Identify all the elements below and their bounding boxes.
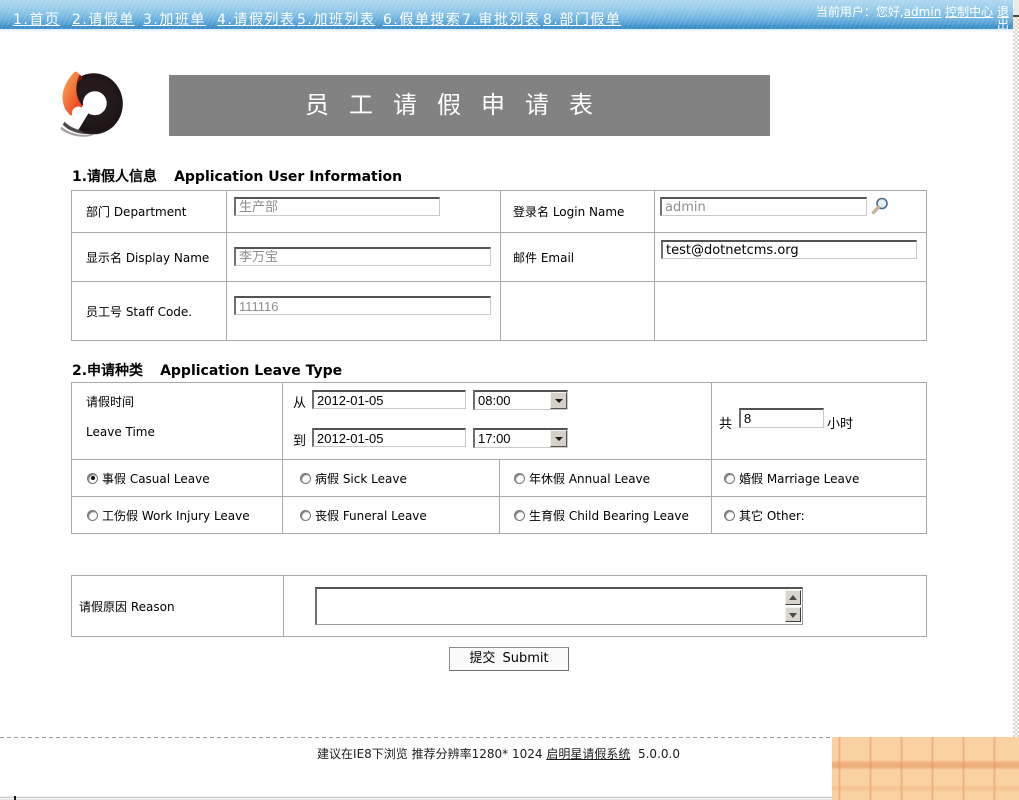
nav-leave-list[interactable]: 4.请假列表: [217, 9, 295, 29]
to-label: 到: [293, 430, 306, 449]
label-funeral-leave: 丧假 Funeral Leave: [315, 509, 427, 523]
nav-approval-list[interactable]: 7.审批列表: [462, 9, 540, 29]
section2-heading: 2.申请种类 Application Leave Type: [72, 360, 342, 380]
from-label: 从: [293, 392, 306, 411]
radio-work-injury-leave[interactable]: [87, 510, 98, 521]
label-work-injury-leave: 工伤假 Work Injury Leave: [102, 509, 250, 523]
search-user-icon[interactable]: [871, 197, 889, 215]
form-title-bar: 员工请假申请表: [169, 75, 770, 136]
vertical-scrollbar-track[interactable]: [1013, 29, 1019, 737]
to-time-select[interactable]: 17:00: [473, 428, 568, 448]
nav-search[interactable]: 6.假单搜索: [383, 9, 461, 29]
nav-dept-leave[interactable]: 8.部门假单: [543, 9, 621, 29]
label-casual-leave: 事假 Casual Leave: [102, 472, 210, 486]
nav-overtime-form[interactable]: 3.加班单: [143, 9, 206, 29]
email-label: 邮件 Email: [513, 249, 574, 266]
footer-version: 5.0.0.0: [638, 747, 680, 761]
login-name-label: 登录名 Login Name: [513, 203, 624, 220]
email-input[interactable]: test@dotnetcms.org: [661, 240, 917, 259]
page: 1.首页 2.请假单 3.加班单 4.请假列表 5.加班列表 6.假单搜索 7.…: [0, 0, 1019, 800]
section2-heading-en: Application Leave Type: [160, 363, 342, 379]
nav-leave-form[interactable]: 2.请假单: [72, 9, 135, 29]
department-input[interactable]: 生产部: [234, 197, 440, 216]
radio-annual-leave[interactable]: [514, 473, 525, 484]
chevron-down-icon: [555, 437, 563, 441]
staff-code-input[interactable]: 111116: [234, 296, 491, 315]
to-time-dropdown-button[interactable]: [550, 430, 567, 447]
radio-marriage-leave[interactable]: [724, 473, 735, 484]
radio-casual-leave[interactable]: [87, 473, 98, 484]
section1-heading-en: Application User Information: [174, 169, 402, 185]
vertical-scrollbar-track-top: [1013, 17, 1019, 29]
current-user-label: 当前用户：您好,: [816, 5, 904, 19]
arrow-down-icon: [789, 613, 797, 618]
to-date-input[interactable]: 2012-01-05: [312, 428, 466, 447]
total-label: 共: [719, 413, 732, 432]
chevron-down-icon: [555, 399, 563, 403]
from-time-value: 08:00: [478, 393, 511, 408]
footer-note: 建议在IE8下浏览 推荐分辨率1280* 1024: [317, 747, 542, 761]
label-sick-leave: 病假 Sick Leave: [315, 472, 407, 486]
logout-link[interactable]: 退出: [997, 5, 1009, 32]
label-child-bearing-leave: 生育假 Child Bearing Leave: [529, 509, 689, 523]
company-logo: [55, 69, 124, 141]
form-title: 员工请假申请表: [305, 75, 613, 136]
label-marriage-leave: 婚假 Marriage Leave: [739, 472, 859, 486]
from-time-select[interactable]: 08:00: [473, 390, 568, 410]
horizontal-scrollbar-tick: [14, 796, 16, 800]
section1-heading: 1.请假人信息 Application User Information: [72, 166, 402, 186]
section1-heading-zh: 1.请假人信息: [72, 169, 157, 185]
topbar-fade: [0, 29, 1019, 32]
display-name-input[interactable]: 李万宝: [234, 247, 491, 266]
horizontal-scrollbar[interactable]: [0, 796, 832, 800]
footer-system-link[interactable]: 启明星请假系统: [546, 747, 630, 761]
total-hours-input[interactable]: 8: [739, 408, 824, 428]
nav-home[interactable]: 1.首页: [13, 9, 60, 29]
radio-child-bearing-leave[interactable]: [514, 510, 525, 521]
radio-funeral-leave[interactable]: [300, 510, 311, 521]
total-unit-label: 小时: [827, 413, 853, 432]
scroll-down-button[interactable]: [785, 607, 801, 622]
label-other: 其它 Other:: [739, 509, 805, 523]
staff-code-label: 员工号 Staff Code.: [86, 303, 192, 320]
top-nav-bar: 1.首页 2.请假单 3.加班单 4.请假列表 5.加班列表 6.假单搜索 7.…: [0, 0, 1019, 29]
nav-overtime-list[interactable]: 5.加班列表: [297, 9, 375, 29]
login-name-input[interactable]: admin: [660, 197, 867, 216]
scroll-up-button[interactable]: [785, 590, 801, 605]
to-time-value: 17:00: [478, 431, 511, 446]
radio-other[interactable]: [724, 510, 735, 521]
user-name-link[interactable]: admin: [904, 5, 942, 19]
display-name-label: 显示名 Display Name: [86, 249, 209, 266]
label-annual-leave: 年休假 Annual Leave: [529, 472, 650, 486]
decorative-grid-image: [832, 737, 1019, 800]
from-date-input[interactable]: 2012-01-05: [312, 390, 466, 409]
leave-time-label-en: Leave Time: [86, 425, 282, 439]
radio-sick-leave[interactable]: [300, 473, 311, 484]
control-center-link[interactable]: 控制中心: [945, 5, 993, 19]
section2-heading-zh: 2.申请种类: [72, 363, 143, 379]
vertical-scrollbar-button[interactable]: [1013, 0, 1019, 15]
reason-label: 请假原因 Reason: [79, 598, 175, 615]
leave-time-label-zh: 请假时间: [86, 393, 282, 410]
submit-button[interactable]: 提交 Submit: [449, 647, 569, 671]
department-label: 部门 Department: [86, 203, 186, 220]
reason-textarea[interactable]: [315, 587, 803, 625]
from-time-dropdown-button[interactable]: [550, 392, 567, 409]
arrow-up-icon: [789, 595, 797, 600]
